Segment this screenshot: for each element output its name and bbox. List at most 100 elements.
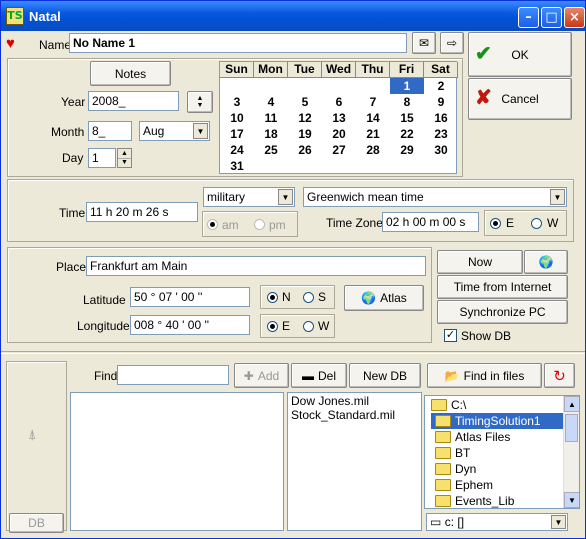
refresh-icon[interactable]: ↻ xyxy=(544,363,575,388)
file-item[interactable]: Dow Jones.mil xyxy=(291,394,369,408)
calendar-day[interactable]: 23 xyxy=(424,126,458,142)
find-input[interactable] xyxy=(117,365,229,385)
calendar-day[interactable]: 4 xyxy=(254,94,288,110)
folder-tree[interactable]: C:\ TimingSolution1 Atlas Files BT Dyn E… xyxy=(424,395,580,509)
chevron-down-icon[interactable]: ▼ xyxy=(193,123,208,139)
calendar-day[interactable]: 25 xyxy=(254,142,288,158)
calendar-day[interactable]: 14 xyxy=(356,110,390,126)
calendar-day[interactable]: 13 xyxy=(322,110,356,126)
time-from-internet-button[interactable]: Time from Internet xyxy=(437,275,568,299)
calendar-day[interactable]: 20 xyxy=(322,126,356,142)
pm-radio[interactable] xyxy=(254,219,265,230)
globe-icon[interactable]: 🌍 xyxy=(524,250,568,274)
calendar-day[interactable]: 1 xyxy=(390,78,424,94)
db-button[interactable]: DB xyxy=(9,513,64,533)
calendar-day[interactable]: 24 xyxy=(220,142,254,158)
day-input[interactable]: 1 xyxy=(88,148,116,168)
longitude-input[interactable]: 008 ° 40 ' 00 '' xyxy=(130,315,250,335)
chevron-down-icon[interactable]: ▼ xyxy=(551,515,566,529)
calendar-day[interactable]: 5 xyxy=(288,94,322,110)
files-list[interactable]: Dow Jones.mil Stock_Standard.mil xyxy=(287,392,422,531)
latitude-input[interactable]: 50 ° 07 ' 00 '' xyxy=(130,287,250,307)
ok-button[interactable]: ✔ OK xyxy=(468,32,572,77)
calendar-day[interactable]: 21 xyxy=(356,126,390,142)
timezone-west-radio[interactable] xyxy=(531,218,542,229)
time-input[interactable]: 11 h 20 m 26 s xyxy=(86,202,198,222)
calendar-day[interactable]: 27 xyxy=(322,142,356,158)
calendar-day[interactable]: 2 xyxy=(424,78,458,94)
show-db-checkbox[interactable]: ✓ xyxy=(444,329,457,342)
calendar-day[interactable]: 8 xyxy=(390,94,424,110)
calendar-day[interactable]: 31 xyxy=(220,158,254,174)
minimize-button[interactable]: – xyxy=(518,7,539,28)
year-stepper[interactable]: ▲ ▼ xyxy=(187,91,213,113)
calendar-day[interactable]: 3 xyxy=(220,94,254,110)
tree-item[interactable]: Events_Lib xyxy=(435,493,514,508)
tree-item[interactable]: Dyn xyxy=(435,461,476,477)
longitude-west-radio[interactable] xyxy=(303,321,314,332)
latitude-north-radio[interactable] xyxy=(267,292,278,303)
export-icon[interactable]: ⇨ xyxy=(440,32,464,54)
synchronize-pc-button[interactable]: Synchronize PC xyxy=(437,300,568,324)
timezone-east-radio[interactable] xyxy=(490,218,501,229)
calendar-day[interactable]: 17 xyxy=(220,126,254,142)
atlas-button[interactable]: 🌍 Atlas xyxy=(344,285,424,311)
calendar-day[interactable]: 22 xyxy=(390,126,424,142)
calendar[interactable]: Sun Mon Tue Wed Thu Fri Sat 1 2 3 4 5 6 7 8 9 10 11 12 13 14… xyxy=(219,61,458,174)
name-input[interactable]: No Name 1 xyxy=(69,33,407,53)
title-bar[interactable]: TS Natal – □ × xyxy=(1,1,585,31)
collapse-arrow-icon[interactable]: ⍋ xyxy=(28,426,36,443)
tree-item[interactable]: Ephem xyxy=(435,477,493,493)
file-item[interactable]: Stock_Standard.mil xyxy=(291,408,395,422)
cancel-button[interactable]: ✘ Cancel xyxy=(468,78,572,120)
email-icon[interactable]: ✉ xyxy=(412,32,436,54)
timezone-offset-input[interactable]: 02 h 00 m 00 s xyxy=(382,212,479,232)
calendar-day[interactable]: 26 xyxy=(288,142,322,158)
tree-item[interactable]: Atlas Files xyxy=(435,429,510,445)
calendar-day[interactable]: 16 xyxy=(424,110,458,126)
latitude-south-radio[interactable] xyxy=(303,292,314,303)
calendar-day[interactable]: 28 xyxy=(356,142,390,158)
month-input[interactable]: 8_ xyxy=(88,121,132,141)
calendar-day[interactable]: 11 xyxy=(254,110,288,126)
calendar-day[interactable]: 9 xyxy=(424,94,458,110)
find-in-files-button[interactable]: 📂 Find in files xyxy=(427,363,542,388)
time-format-select[interactable]: military ▼ xyxy=(203,187,295,207)
calendar-day[interactable]: 29 xyxy=(390,142,424,158)
chevron-down-icon[interactable]: ▼ xyxy=(278,189,293,205)
splitter[interactable] xyxy=(1,351,585,354)
am-radio[interactable] xyxy=(207,219,218,230)
longitude-east-radio[interactable] xyxy=(267,321,278,332)
add-button[interactable]: ✚ Add xyxy=(234,363,289,388)
scroll-thumb[interactable] xyxy=(565,414,578,442)
favorite-heart-icon[interactable]: ♥ xyxy=(6,35,15,52)
calendar-day[interactable]: 30 xyxy=(424,142,458,158)
drive-select[interactable]: ▭ c: [] ▼ xyxy=(426,513,568,531)
close-button[interactable]: × xyxy=(564,7,585,28)
now-button[interactable]: Now xyxy=(437,250,523,274)
tree-item[interactable]: C:\ xyxy=(431,397,466,413)
month-select[interactable]: Aug ▼ xyxy=(139,121,210,141)
calendar-day[interactable]: 18 xyxy=(254,126,288,142)
scroll-down-icon[interactable]: ▼ xyxy=(564,492,579,508)
calendar-day[interactable]: 12 xyxy=(288,110,322,126)
delete-button[interactable]: ▬ Del xyxy=(291,363,347,388)
calendar-day[interactable]: 7 xyxy=(356,94,390,110)
calendar-grid[interactable]: Sun Mon Tue Wed Thu Fri Sat 1 2 3 4 5 6 7 8 9 10 11 12 13 14… xyxy=(220,62,458,174)
notes-button[interactable]: Notes xyxy=(90,61,171,86)
tree-item[interactable]: BT xyxy=(435,445,470,461)
tree-item-selected[interactable]: TimingSolution1 xyxy=(431,413,565,429)
calendar-day[interactable]: 10 xyxy=(220,110,254,126)
calendar-day[interactable]: 6 xyxy=(322,94,356,110)
year-input[interactable]: 2008_ xyxy=(88,91,179,111)
calendar-day[interactable]: 19 xyxy=(288,126,322,142)
scroll-up-icon[interactable]: ▲ xyxy=(564,396,579,412)
maximize-button[interactable]: □ xyxy=(541,7,562,28)
day-stepper[interactable]: ▲ ▼ xyxy=(117,148,132,168)
database-list[interactable] xyxy=(70,392,284,531)
new-db-button[interactable]: New DB xyxy=(349,363,421,388)
place-input[interactable]: Frankfurt am Main xyxy=(86,256,426,276)
timezone-name-select[interactable]: Greenwich mean time ▼ xyxy=(303,187,567,207)
chevron-down-icon[interactable]: ▼ xyxy=(550,189,565,205)
folder-tree-scrollbar[interactable]: ▲ ▼ xyxy=(563,396,579,508)
